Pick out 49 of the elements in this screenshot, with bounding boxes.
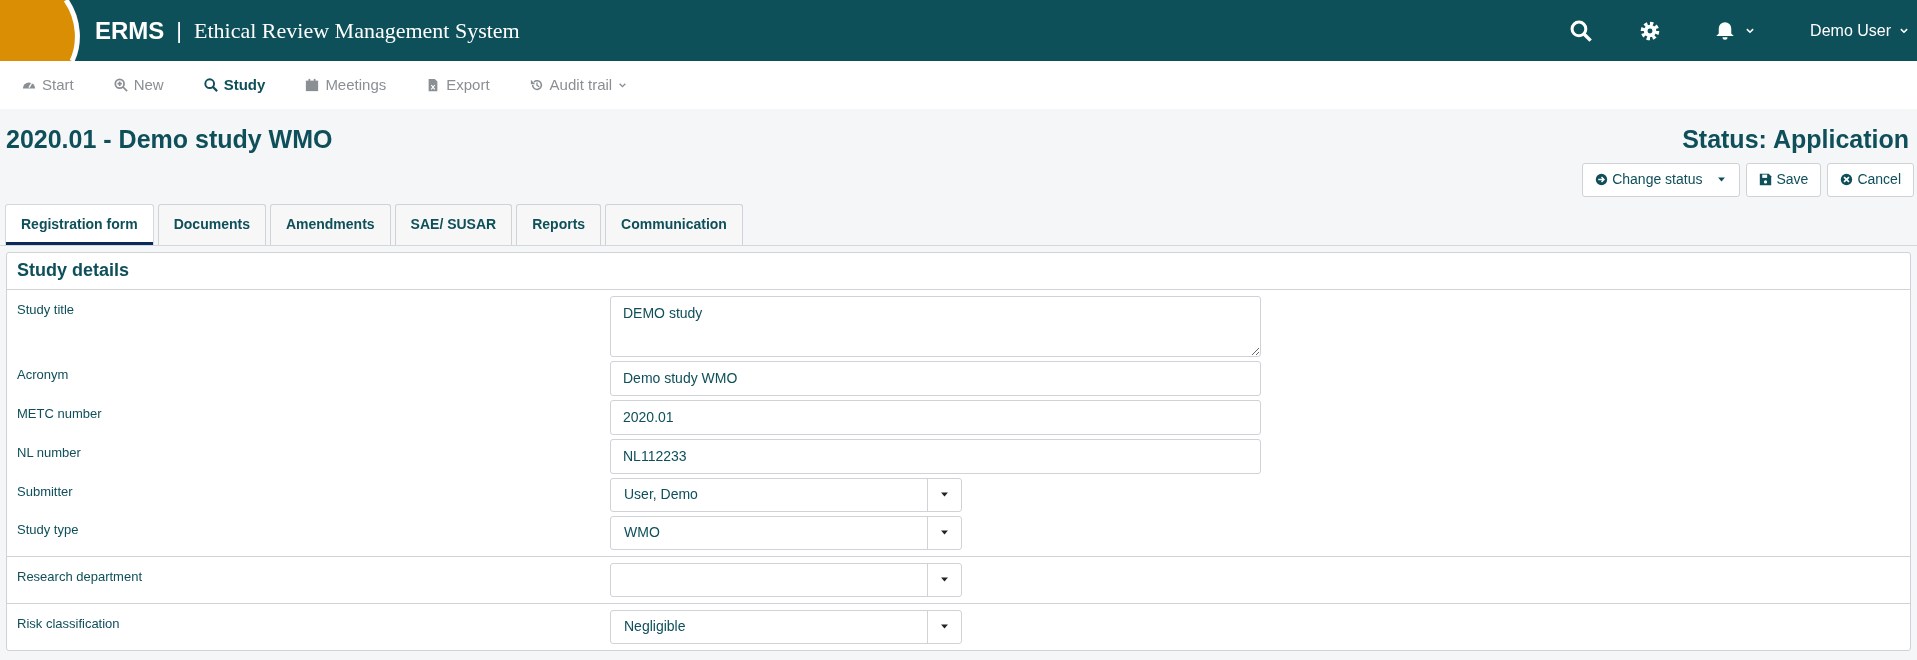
dropdown-field[interactable]: User, Demo bbox=[610, 477, 962, 512]
bell-icon bbox=[1715, 20, 1736, 41]
field-label: Submitter bbox=[16, 482, 74, 501]
search-icon bbox=[203, 78, 218, 92]
cancel-button[interactable]: Cancel bbox=[1827, 162, 1914, 197]
field-label: NL number bbox=[16, 443, 82, 462]
nav-link[interactable]: Study bbox=[203, 73, 266, 97]
close-icon bbox=[1840, 173, 1854, 186]
tab[interactable]: Registration form bbox=[5, 203, 154, 245]
calendar-icon bbox=[305, 78, 320, 92]
change-status-button[interactable]: Change status bbox=[1582, 162, 1741, 197]
search-button[interactable] bbox=[1570, 18, 1595, 43]
page-title: 2020.01 - Demo study WMO bbox=[6, 124, 333, 155]
input-field[interactable]: NL112233 bbox=[610, 438, 1261, 474]
field-label: Risk classification bbox=[16, 614, 121, 633]
settings-icon bbox=[1639, 19, 1662, 42]
field-label: Study title bbox=[16, 300, 76, 319]
tab[interactable]: Communication bbox=[605, 203, 743, 245]
tab[interactable]: Amendments bbox=[269, 203, 391, 245]
panel-title: Study details bbox=[7, 252, 1910, 290]
save-button[interactable]: Save bbox=[1746, 162, 1822, 197]
caret-icon bbox=[939, 621, 950, 632]
field-label: METC number bbox=[16, 404, 103, 423]
app-short-name: ERMS bbox=[95, 15, 165, 46]
caret-icon bbox=[939, 527, 950, 538]
dropdown-field[interactable] bbox=[610, 562, 962, 597]
tab[interactable]: Reports bbox=[516, 203, 602, 245]
caret-icon bbox=[939, 574, 950, 585]
save-icon bbox=[1759, 173, 1773, 186]
history-icon bbox=[529, 78, 544, 92]
field-label: Research department bbox=[16, 567, 143, 586]
zoom-in-icon bbox=[113, 78, 128, 92]
dropdown-field[interactable]: WMO bbox=[610, 515, 962, 550]
input-field[interactable]: DEMO study bbox=[610, 295, 1261, 357]
input-field[interactable]: Demo study WMO bbox=[610, 360, 1261, 396]
dropdown-field[interactable]: Negligible bbox=[610, 609, 962, 644]
notifications-button[interactable] bbox=[1715, 20, 1756, 41]
caret-icon bbox=[939, 489, 950, 500]
tab[interactable]: Documents bbox=[157, 203, 266, 245]
arrow-circle-icon bbox=[1595, 173, 1609, 186]
field-label: Study type bbox=[16, 520, 80, 539]
field-label: Acronym bbox=[16, 365, 70, 384]
search-icon bbox=[1570, 19, 1593, 42]
app-title: Ethical Review Management System bbox=[194, 17, 520, 45]
input-field[interactable]: 2020.01 bbox=[610, 399, 1261, 435]
user-menu-button[interactable]: Demo User bbox=[1810, 18, 1909, 43]
tab[interactable]: SAE/ SUSAR bbox=[394, 203, 513, 245]
status-label: Status: Application bbox=[1682, 124, 1909, 155]
title-separator: | bbox=[176, 17, 183, 45]
